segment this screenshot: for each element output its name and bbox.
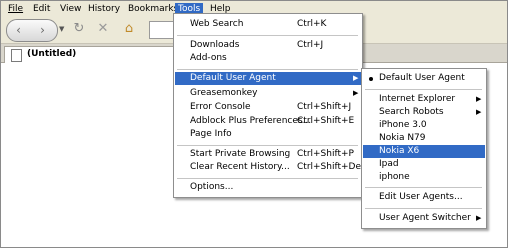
menu-item-web-search[interactable]: Web Search Ctrl+K	[175, 18, 361, 31]
options-label: Options...	[190, 182, 234, 192]
edit-user-agents-label: Edit User Agents...	[379, 192, 463, 202]
error-console-shortcut: Ctrl+Shift+J	[297, 102, 352, 112]
reload-icon[interactable]: ↻	[71, 21, 87, 37]
user-agent-submenu: Default User Agent Internet Explorer ▶ S…	[361, 68, 487, 229]
menu-item-edit-user-agents[interactable]: Edit User Agents...	[363, 191, 485, 204]
menu-separator	[365, 208, 482, 209]
web-search-shortcut: Ctrl+K	[297, 19, 327, 29]
stop-icon[interactable]: ✕	[95, 21, 111, 37]
menu-item-internet-explorer[interactable]: Internet Explorer ▶	[363, 93, 485, 106]
ipad-label: Ipad	[379, 159, 399, 169]
iphone-label: iphone	[379, 172, 410, 182]
adblock-label: Adblock Plus Preferences...	[190, 116, 312, 126]
addons-label: Add-ons	[190, 53, 227, 63]
web-search-label: Web Search	[190, 19, 244, 29]
submenu-arrow-icon: ▶	[353, 89, 359, 97]
adblock-shortcut: Ctrl+Shift+E	[297, 116, 355, 126]
home-icon[interactable]: ⌂	[121, 21, 137, 37]
menu-item-ua-default[interactable]: Default User Agent	[363, 72, 485, 85]
menu-view[interactable]: View	[57, 3, 84, 15]
tools-menu: Web Search Ctrl+K Downloads Ctrl+J Add-o…	[173, 13, 364, 198]
menu-separator	[365, 89, 482, 90]
menu-bookmarks-label: Bookmarks	[128, 4, 179, 14]
menu-item-ipad[interactable]: Ipad	[363, 158, 485, 171]
menu-item-page-info[interactable]: Page Info	[175, 128, 361, 141]
nokia-x6-label: Nokia X6	[379, 146, 420, 156]
private-browsing-shortcut: Ctrl+Shift+P	[297, 149, 354, 159]
tab-untitled[interactable]: (Untitled)	[4, 46, 176, 63]
page-info-label: Page Info	[190, 129, 232, 139]
nokia-n79-label: Nokia N79	[379, 133, 426, 143]
menu-item-default-user-agent[interactable]: Default User Agent ▶	[175, 72, 361, 85]
downloads-label: Downloads	[190, 40, 240, 50]
menu-item-addons[interactable]: Add-ons	[175, 52, 361, 65]
greasemonkey-label: Greasemonkey	[190, 88, 258, 98]
menu-separator	[177, 69, 358, 70]
submenu-arrow-icon: ▶	[476, 95, 482, 103]
submenu-arrow-icon: ▶	[353, 74, 359, 82]
user-agent-switcher-label: User Agent Switcher	[379, 213, 471, 223]
menu-item-nokia-n79[interactable]: Nokia N79	[363, 132, 485, 145]
menu-item-user-agent-switcher[interactable]: User Agent Switcher ▶	[363, 212, 485, 225]
menu-file[interactable]: File	[5, 3, 26, 15]
error-console-label: Error Console	[190, 102, 251, 112]
menu-item-clear-history[interactable]: Clear Recent History... Ctrl+Shift+Del	[175, 161, 364, 174]
ie-label: Internet Explorer	[379, 94, 456, 104]
menu-file-label: File	[8, 4, 24, 14]
menu-separator	[177, 145, 358, 146]
default-user-agent-label: Default User Agent	[190, 73, 276, 83]
menu-item-search-robots[interactable]: Search Robots ▶	[363, 106, 485, 119]
menu-item-iphone-3[interactable]: iPhone 3.0	[363, 119, 485, 132]
page-icon	[11, 49, 22, 62]
menu-view-label: View	[60, 4, 82, 14]
menu-item-error-console[interactable]: Error Console Ctrl+Shift+J	[175, 101, 361, 114]
selected-bullet-icon	[369, 77, 373, 81]
menu-edit[interactable]: Edit	[30, 3, 53, 15]
menu-separator	[177, 35, 358, 36]
menu-history-label: History	[88, 4, 121, 14]
menu-item-private-browsing[interactable]: Start Private Browsing Ctrl+Shift+P	[175, 148, 361, 161]
ua-default-label: Default User Agent	[379, 73, 465, 83]
downloads-shortcut: Ctrl+J	[297, 40, 324, 50]
menu-item-iphone[interactable]: iphone	[363, 171, 485, 184]
submenu-arrow-icon: ▶	[476, 108, 482, 116]
clear-history-label: Clear Recent History...	[190, 162, 290, 172]
menu-item-options[interactable]: Options...	[175, 181, 361, 194]
tab-title: (Untitled)	[27, 49, 77, 59]
private-browsing-label: Start Private Browsing	[190, 149, 291, 159]
menu-separator	[177, 178, 358, 179]
iphone3-label: iPhone 3.0	[379, 120, 427, 130]
menu-history[interactable]: History	[85, 3, 123, 15]
menu-item-adblock-plus[interactable]: Adblock Plus Preferences... Ctrl+Shift+E	[175, 115, 361, 128]
back-forward-group: ‹ ›	[6, 19, 58, 42]
clear-history-shortcut: Ctrl+Shift+Del	[297, 162, 364, 172]
menu-edit-label: Edit	[33, 4, 51, 14]
forward-icon[interactable]: ›	[33, 21, 52, 40]
history-dropdown-icon[interactable]: ▼	[59, 25, 64, 33]
menu-separator	[365, 187, 482, 188]
back-icon[interactable]: ‹	[9, 21, 28, 40]
menu-item-downloads[interactable]: Downloads Ctrl+J	[175, 39, 361, 52]
submenu-arrow-icon: ▶	[476, 214, 482, 222]
search-robots-label: Search Robots	[379, 107, 444, 117]
menu-item-greasemonkey[interactable]: Greasemonkey ▶	[175, 87, 361, 100]
menu-item-nokia-x6[interactable]: Nokia X6	[363, 145, 485, 158]
